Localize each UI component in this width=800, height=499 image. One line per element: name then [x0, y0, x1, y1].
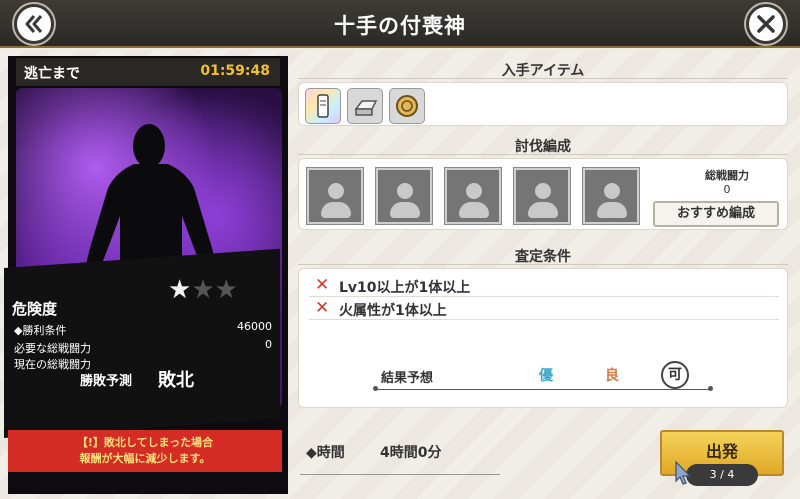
items-section-title: 入手アイテム: [298, 60, 788, 82]
condition-row: ✕ Lv10以上が1体以上: [309, 275, 779, 297]
time-value: 4時間0分: [380, 445, 442, 461]
condition-row: ✕ 火属性が1体以上: [309, 298, 779, 320]
close-icon: [757, 15, 775, 33]
team-slot[interactable]: [444, 167, 502, 225]
escape-label: 逃亡まで: [24, 66, 80, 82]
header-bar: 十手の付喪神: [0, 0, 800, 48]
warning-line-1: 【!】敗北してしまった場合: [76, 436, 214, 449]
star-empty-icon: ★: [191, 275, 215, 305]
avatar-placeholder-icon: [328, 183, 344, 199]
cross-icon: ✕: [315, 275, 330, 295]
team-slot[interactable]: [375, 167, 433, 225]
star-filled-icon: ★: [168, 275, 192, 305]
prediction-value: 敗北: [158, 370, 194, 391]
page-indicator: 3 / 4: [686, 464, 758, 486]
star-empty-icon: ★: [214, 275, 238, 305]
team-panel: 総戦闘力 0 おすすめ編成: [298, 158, 788, 230]
prediction-label: 勝敗予測: [80, 374, 133, 389]
conditions-section-title: 査定条件: [298, 246, 788, 268]
team-slot[interactable]: [306, 167, 364, 225]
time-label: ◆時間: [306, 445, 345, 461]
ticket-icon[interactable]: [305, 88, 341, 124]
required-power-value: 46000: [237, 320, 272, 333]
recommend-team-button[interactable]: おすすめ編成: [653, 201, 779, 227]
total-power-value: 0: [723, 183, 731, 196]
team-slot[interactable]: [513, 167, 571, 225]
avatar-placeholder-icon: [397, 183, 413, 199]
conditions-panel: ✕ Lv10以上が1体以上 ✕ 火属性が1体以上 結果予想 優 良 可: [298, 268, 788, 408]
danger-stars: ★★★: [168, 277, 238, 303]
avatar-placeholder-icon: [466, 183, 482, 199]
current-power-value: 0: [265, 338, 272, 351]
pointer-cursor-icon: [675, 460, 692, 485]
close-button[interactable]: [746, 4, 786, 44]
team-slot[interactable]: [582, 167, 640, 225]
forecast-label: 結果予想: [381, 371, 434, 386]
items-panel: [298, 82, 788, 126]
warning-line-2: 報酬が大幅に減少します。: [79, 452, 211, 465]
silver-ingot-icon[interactable]: [347, 88, 383, 124]
grade-good: 良: [605, 368, 619, 384]
escape-timer-bar: 逃亡まで 01:59:48: [16, 58, 280, 86]
grade-fair-selected: 可: [661, 361, 689, 389]
defeat-warning: 【!】敗北してしまった場合 報酬が大幅に減少します。: [8, 430, 282, 472]
avatar-placeholder-icon: [604, 183, 620, 199]
condition-text: Lv10以上が1体以上: [339, 280, 471, 296]
gold-coin-icon[interactable]: [389, 88, 425, 124]
time-divider: [300, 474, 500, 475]
forecast-scale: [373, 386, 713, 391]
avatar-placeholder-icon: [535, 183, 551, 199]
cross-icon: ✕: [315, 298, 330, 318]
win-condition-label: ◆勝利条件: [14, 324, 67, 337]
required-power-label: 必要な総戦闘力: [14, 342, 91, 355]
team-section-title: 討伐編成: [298, 136, 788, 158]
escape-timer: 01:59:48: [200, 63, 270, 79]
page-title: 十手の付喪神: [334, 14, 466, 38]
condition-text: 火属性が1体以上: [339, 303, 447, 319]
grade-excellent: 優: [539, 368, 553, 384]
danger-label: 危険度: [12, 300, 58, 318]
total-power-label: 総戦闘力: [705, 169, 749, 182]
